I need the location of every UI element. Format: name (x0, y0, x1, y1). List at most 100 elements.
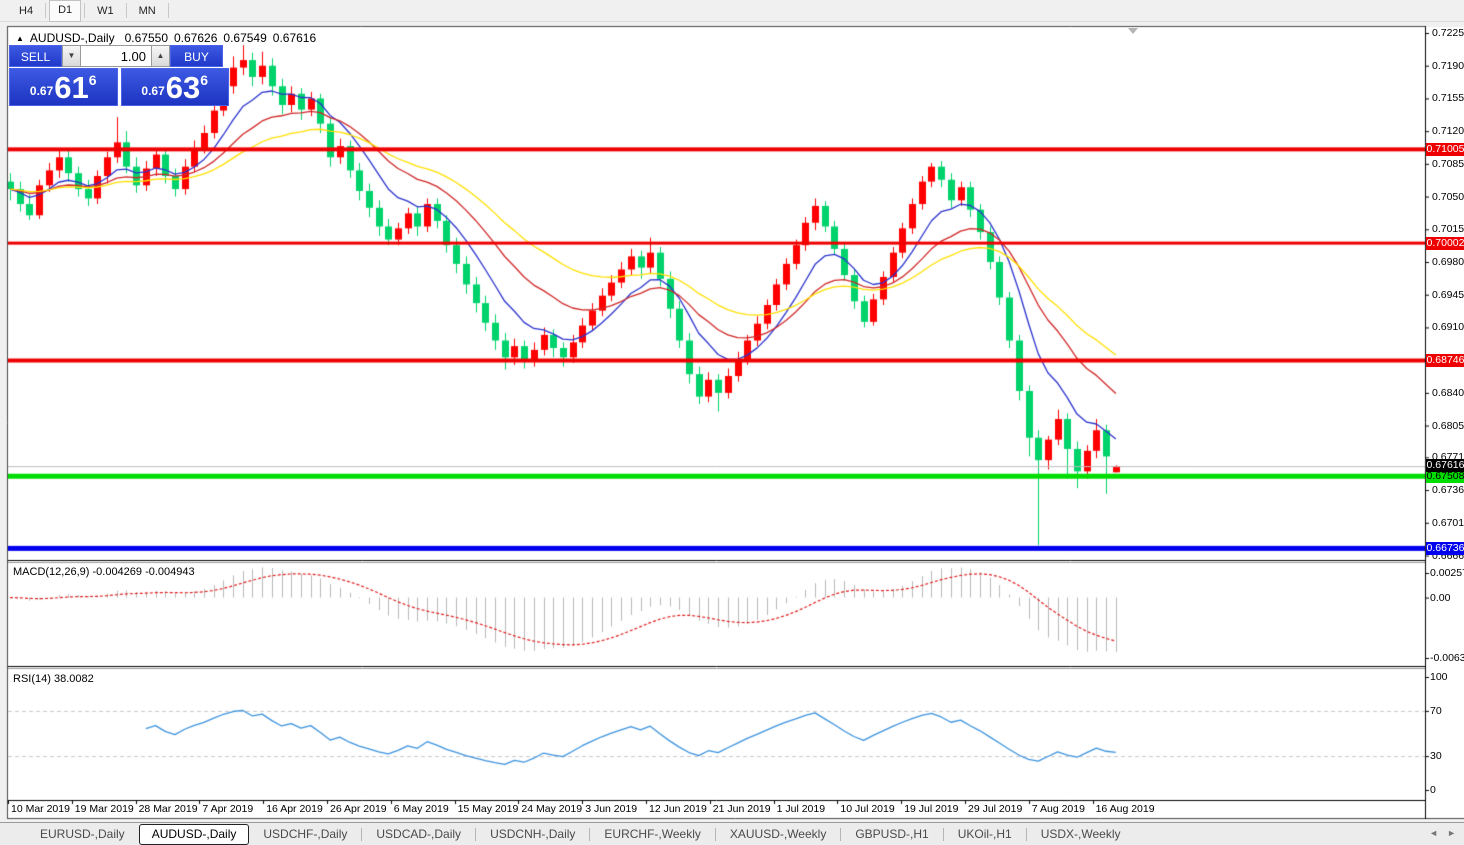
date-axis-label: 16 Aug 2019 (1096, 803, 1155, 815)
sell-price-big: 61 (54, 75, 88, 101)
collapse-panel-icon[interactable]: ▲ (16, 34, 24, 43)
tab-eurusd-daily[interactable]: EURUSD-,Daily (28, 825, 137, 844)
date-axis-label: 19 Mar 2019 (75, 803, 134, 815)
date-axis-label: 29 Jul 2019 (968, 803, 1022, 815)
tabs-scroll-right-icon[interactable]: ► (1447, 828, 1456, 838)
buy-price-big: 63 (166, 75, 200, 101)
level-price-tag: 0.71005 (1426, 143, 1464, 156)
tab-separator (361, 828, 362, 841)
date-axis-label: 7 Apr 2019 (202, 803, 253, 815)
toolbar-separator (84, 3, 85, 18)
date-axis-label: 15 May 2019 (458, 803, 519, 815)
timeframe-mn-button[interactable]: MN (130, 1, 165, 21)
date-axis-label: 10 Jul 2019 (840, 803, 894, 815)
rsi-label-row: RSI(14) 38.0082 (13, 673, 94, 685)
toolbar-separator (168, 3, 169, 18)
tab-audusd-daily[interactable]: AUDUSD-,Daily (139, 824, 250, 845)
buy-button[interactable]: BUY (170, 45, 223, 67)
sell-price-pip: 6 (89, 72, 97, 88)
buy-price-pip: 6 (200, 72, 208, 88)
macd-axis-tick: 0.00 (1430, 592, 1450, 604)
rsi-axis-tick: 30 (1430, 750, 1442, 762)
buy-price-prefix: 0.67 (141, 84, 164, 98)
level-price-tag: 0.70002 (1426, 237, 1464, 250)
macd-axis-tick: -0.006326 (1430, 652, 1464, 664)
price-axis-tick: 0.72250 (1432, 27, 1464, 39)
date-axis-label: 7 Aug 2019 (1032, 803, 1085, 815)
date-axis-label: 6 May 2019 (394, 803, 449, 815)
price-axis-tick: 0.70150 (1432, 223, 1464, 235)
tab-strip: EURUSD-,DailyAUDUSD-,DailyUSDCHF-,Daily U… (28, 824, 1133, 845)
macd-axis-tick: 0.002574 (1430, 567, 1464, 579)
rsi-axis-tick: 0 (1430, 784, 1436, 796)
date-axis-label: 21 Jun 2019 (713, 803, 771, 815)
price-axis-tick: 0.67360 (1432, 484, 1464, 496)
tab-usdcad-daily[interactable]: USDCAD-,Daily (364, 825, 473, 844)
rsi-axis-tick: 70 (1430, 705, 1442, 717)
price-axis-tick: 0.67010 (1432, 517, 1464, 529)
current-price-tag: 0.67616 (1426, 459, 1464, 472)
price-axis-tick: 0.71200 (1432, 125, 1464, 137)
timeframe-h4-button[interactable]: H4 (10, 1, 42, 21)
tab-usdchf-daily[interactable]: USDCHF-,Daily (251, 825, 359, 844)
tab-separator (475, 828, 476, 841)
toolbar-separator (126, 3, 127, 18)
ohlc-close: 0.67616 (273, 31, 316, 45)
tab-xauusd-weekly[interactable]: XAUUSD-,Weekly (718, 825, 838, 844)
date-axis-label: 10 Mar 2019 (11, 803, 70, 815)
sell-price-box[interactable]: 0.67 61 6 (9, 68, 118, 106)
macd-name: MACD(12,26,9) (13, 566, 89, 578)
sell-button[interactable]: SELL (9, 45, 62, 67)
ohlc-open: 0.67550 (125, 31, 168, 45)
volume-increase-button[interactable]: ▲ (151, 45, 170, 67)
level-price-tag: 0.66736 (1426, 542, 1464, 555)
date-axis-label: 26 Apr 2019 (330, 803, 387, 815)
tab-separator (840, 828, 841, 841)
date-axis-label: 12 Jun 2019 (649, 803, 707, 815)
buy-price-box[interactable]: 0.67 63 6 (121, 68, 230, 106)
price-axis-tick: 0.69800 (1432, 256, 1464, 268)
macd-label-row: MACD(12,26,9) -0.004269 -0.004943 (13, 566, 195, 578)
tab-eurchf-weekly[interactable]: EURCHF-,Weekly (592, 825, 712, 844)
tab-separator (943, 828, 944, 841)
toolbar-separator (45, 3, 46, 18)
tab-separator (1026, 828, 1027, 841)
chart-symbol-label: AUDUSD-,Daily (30, 31, 115, 45)
macd-value-signal: -0.004943 (145, 566, 195, 578)
chart-title: ▲ AUDUSD-,Daily 0.67550 0.67626 0.67549 … (16, 31, 322, 45)
tabs-scroll-left-icon[interactable]: ◄ (1429, 828, 1438, 838)
price-axis-tick: 0.71900 (1432, 60, 1464, 72)
date-axis-label: 24 May 2019 (521, 803, 582, 815)
timeframe-d1-button[interactable]: D1 (49, 0, 81, 22)
volume-decrease-button[interactable]: ▼ (62, 45, 81, 67)
sell-price-prefix: 0.67 (30, 84, 53, 98)
ohlc-high: 0.67626 (174, 31, 217, 45)
rsi-name: RSI(14) (13, 673, 51, 685)
tab-usdcnh-daily[interactable]: USDCNH-,Daily (478, 825, 587, 844)
price-axis-tick: 0.70850 (1432, 158, 1464, 170)
price-axis-tick: 0.71550 (1432, 92, 1464, 104)
date-axis-label: 16 Apr 2019 (266, 803, 323, 815)
macd-value-main: -0.004269 (92, 566, 142, 578)
ohlc-low: 0.67549 (223, 31, 266, 45)
trading-terminal: { "toolbar": {"buttons": ["H4", "D1", "W… (0, 0, 1464, 845)
one-click-trading-panel: SELL ▼ ▲ BUY 0.67 61 6 0.67 63 6 (9, 45, 229, 106)
tab-gbpusd-h1[interactable]: GBPUSD-,H1 (843, 825, 940, 844)
timeframe-w1-button[interactable]: W1 (88, 1, 123, 21)
symbol-tabbar: EURUSD-,DailyAUDUSD-,DailyUSDCHF-,Daily U… (0, 822, 1464, 845)
timeframe-toolbar: H4 D1 W1 MN (0, 0, 1464, 22)
date-axis-label: 19 Jul 2019 (904, 803, 958, 815)
level-price-tag: 0.68746 (1426, 354, 1464, 367)
tab-usdx-weekly[interactable]: USDX-,Weekly (1029, 825, 1133, 844)
price-axis-tick: 0.69100 (1432, 321, 1464, 333)
price-chart-canvas[interactable] (0, 0, 1464, 845)
volume-input[interactable] (81, 45, 151, 67)
tab-separator (589, 828, 590, 841)
tab-ukoil-h1[interactable]: UKOil-,H1 (946, 825, 1024, 844)
date-axis-label: 3 Jun 2019 (585, 803, 637, 815)
date-axis-label: 28 Mar 2019 (139, 803, 198, 815)
rsi-axis-tick: 100 (1430, 671, 1448, 683)
tab-separator (715, 828, 716, 841)
chart-shift-marker-icon[interactable] (1128, 28, 1138, 34)
price-axis-tick: 0.68400 (1432, 387, 1464, 399)
